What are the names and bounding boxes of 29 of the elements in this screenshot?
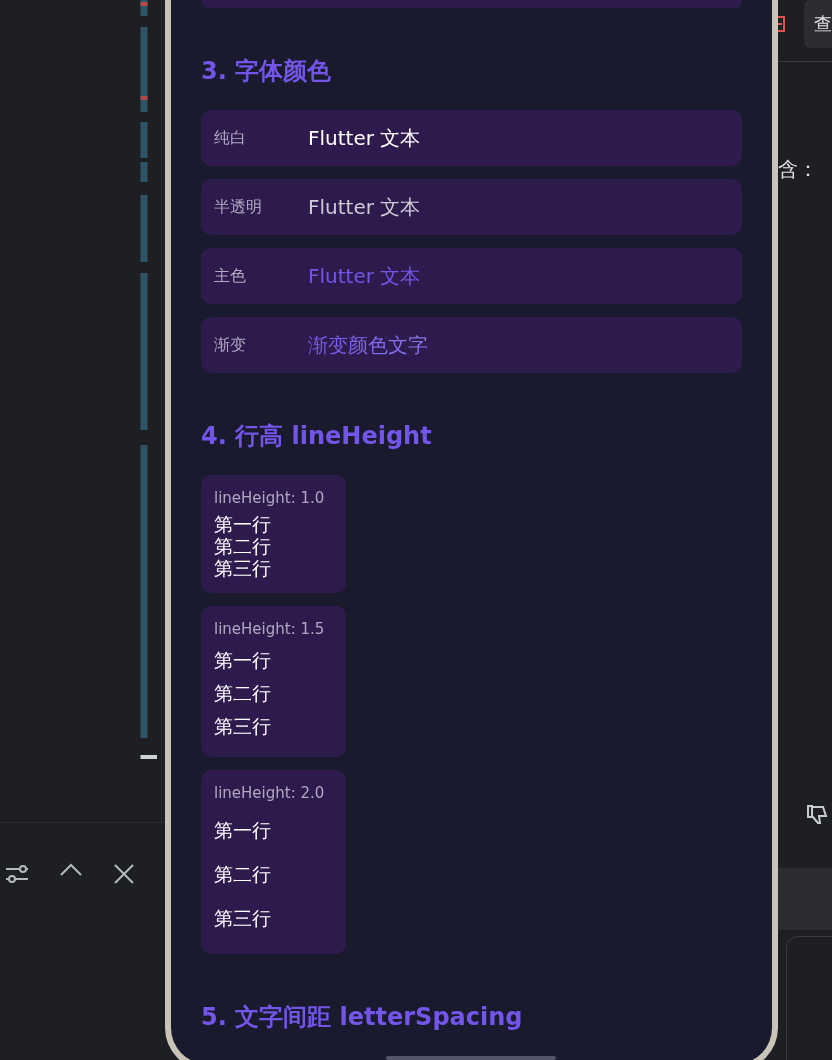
line-text: 第一行 [214,648,271,673]
line-text: 第二行 [214,862,271,887]
card-label: lineHeight: 1.5 [214,620,325,638]
sample-text: Flutter 文本 [308,262,421,290]
sample-text: Flutter 文本 [308,193,421,221]
line-text: 第二行 [214,535,271,557]
input-bar [778,868,832,930]
thumbs-down-icon[interactable] [806,803,830,827]
sample-text: Flutter 文本 [308,124,421,152]
caret-up-icon[interactable] [59,863,83,877]
line-text: 第一行 [214,513,271,535]
line-text: 第三行 [214,714,271,739]
close-icon[interactable] [113,863,135,885]
row-label: 主色 [214,265,247,287]
row-label: 渐变 [214,334,247,356]
body-text: 含： [778,156,818,183]
line-text: 第三行 [214,906,271,931]
line-text: 第二行 [214,681,271,706]
filter-icon[interactable] [5,863,29,885]
line-text: 第三行 [214,557,271,579]
line-text: 第一行 [214,818,271,843]
card-label: lineHeight: 2.0 [214,784,325,802]
section-heading: 3. 字体颜色 [201,56,333,87]
row-label: 半透明 [214,196,263,218]
section-heading: 4. 行高 lineHeight [201,421,433,452]
section-heading: 5. 文字间距 letterSpacing [201,1002,524,1033]
query-button[interactable]: 查 [804,0,832,48]
card-label: lineHeight: 1.0 [214,489,325,507]
row-label: 纯白 [214,127,247,149]
